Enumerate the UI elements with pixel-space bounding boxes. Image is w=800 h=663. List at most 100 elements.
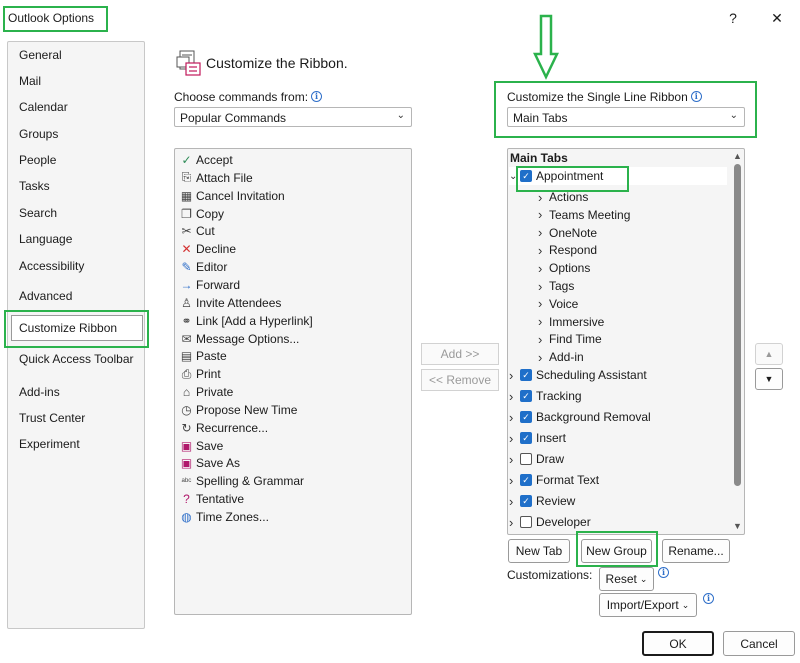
tree-tab-item[interactable]: › Developer (509, 513, 591, 531)
info-icon[interactable]: i (311, 91, 323, 102)
checkbox-checked[interactable]: ✓ (520, 369, 532, 381)
chevron-right-icon[interactable]: › (509, 410, 519, 425)
nav-item-mail[interactable]: Mail (19, 74, 41, 88)
command-item[interactable]: → Forward (179, 276, 241, 294)
customize-ribbon-select[interactable]: Main Tabs ⌄ (507, 107, 745, 127)
command-item[interactable]: ▦ Cancel Invitation (179, 187, 285, 205)
new-group-button[interactable]: New Group (581, 539, 652, 563)
checkbox-checked[interactable]: ✓ (520, 495, 532, 507)
move-down-button[interactable]: ▼ (755, 368, 783, 390)
command-item[interactable]: ♙ Invite Attendees (179, 294, 281, 312)
remove-button[interactable]: << Remove (421, 369, 499, 391)
checkbox-checked[interactable]: ✓ (520, 474, 532, 486)
chevron-right-icon[interactable]: › (538, 296, 548, 311)
nav-item-quick-access-toolbar[interactable]: Quick Access Toolbar (19, 352, 134, 366)
command-item[interactable]: ⚭ Link [Add a Hyperlink] (179, 312, 312, 330)
command-item[interactable]: ❐ Copy (179, 205, 224, 223)
reset-button[interactable]: Reset ⌄ (599, 567, 654, 591)
ok-button[interactable]: OK (642, 631, 714, 656)
add-button[interactable]: Add >> (421, 343, 499, 365)
tree-group-item[interactable]: › Voice (538, 295, 578, 313)
cancel-button[interactable]: Cancel (723, 631, 795, 656)
commands-list[interactable]: ✓ Accept ⎘ Attach File ▦ Cancel Invitation ❐ Co… (174, 148, 412, 615)
info-icon[interactable]: i (690, 91, 702, 102)
nav-item-add-ins[interactable]: Add-ins (19, 385, 60, 399)
choose-commands-select[interactable]: Popular Commands ⌄ (174, 107, 412, 127)
nav-item-accessibility[interactable]: Accessibility (19, 259, 84, 273)
tree-tab-item[interactable]: › Draw (509, 450, 564, 468)
command-item[interactable]: ⎙ Print (179, 365, 221, 383)
nav-item-general[interactable]: General (19, 48, 62, 62)
tree-group-item[interactable]: › Find Time (538, 330, 602, 348)
checkbox-unchecked[interactable] (520, 453, 532, 465)
tree-group-item[interactable]: › Options (538, 259, 590, 277)
tree-group-item[interactable]: › Teams Meeting (538, 206, 630, 224)
chevron-right-icon[interactable]: › (538, 243, 548, 258)
tree-group-item[interactable]: › Tags (538, 277, 574, 295)
tree-item-appointment[interactable]: ⌄ ✓ Appointment (509, 167, 727, 185)
scroll-up-icon[interactable]: ▲ (733, 151, 742, 161)
chevron-right-icon[interactable]: › (538, 332, 548, 347)
checkbox-checked[interactable]: ✓ (520, 432, 532, 444)
nav-item-advanced[interactable]: Advanced (19, 289, 72, 303)
import-export-button[interactable]: Import/Export ⌄ (599, 593, 697, 617)
move-up-button[interactable]: ▲ (755, 343, 783, 365)
chevron-right-icon[interactable]: › (509, 473, 519, 488)
close-button[interactable]: ✕ (762, 6, 792, 30)
nav-item-experiment[interactable]: Experiment (19, 437, 80, 451)
scrollbar-thumb[interactable] (734, 164, 741, 486)
scroll-down-icon[interactable]: ▼ (733, 521, 742, 531)
nav-item-trust-center[interactable]: Trust Center (19, 411, 85, 425)
nav-item-calendar[interactable]: Calendar (19, 100, 68, 114)
command-item[interactable]: ⎘ Attach File (179, 169, 253, 187)
tree-group-item[interactable]: › Respond (538, 241, 597, 259)
tree-tab-item[interactable]: › ✓ Format Text (509, 471, 599, 489)
chevron-right-icon[interactable]: › (509, 368, 519, 383)
rename-button[interactable]: Rename... (662, 539, 730, 563)
command-item[interactable]: ⌂ Private (179, 383, 233, 401)
nav-item-groups[interactable]: Groups (19, 127, 58, 141)
checkbox-checked[interactable]: ✓ (520, 170, 532, 182)
chevron-right-icon[interactable]: › (509, 494, 519, 509)
tree-tab-item[interactable]: › ✓ Review (509, 492, 575, 510)
info-icon[interactable]: i (658, 567, 669, 578)
chevron-right-icon[interactable]: › (538, 207, 548, 222)
tree-tab-item[interactable]: › ✓ Scheduling Assistant (509, 366, 647, 384)
chevron-right-icon[interactable]: › (509, 515, 519, 530)
checkbox-unchecked[interactable] (520, 516, 532, 528)
chevron-right-icon[interactable]: › (538, 350, 548, 365)
nav-item-search[interactable]: Search (19, 206, 57, 220)
tree-tab-item[interactable]: › ✓ Tracking (509, 387, 582, 405)
chevron-right-icon[interactable]: › (538, 190, 548, 205)
command-item[interactable]: ◷ Propose New Time (179, 401, 297, 419)
nav-item-people[interactable]: People (19, 153, 56, 167)
tree-tab-item[interactable]: › ✓ Background Removal (509, 408, 651, 426)
help-button[interactable]: ? (718, 6, 748, 30)
command-item[interactable]: ▣ Save As (179, 454, 240, 472)
tree-group-item[interactable]: › Immersive (538, 313, 604, 331)
chevron-right-icon[interactable]: › (509, 431, 519, 446)
command-item[interactable]: ▤ Paste (179, 347, 227, 365)
checkbox-checked[interactable]: ✓ (520, 411, 532, 423)
command-item[interactable]: ✓ Accept (179, 151, 232, 169)
tree-group-item[interactable]: › Actions (538, 188, 588, 206)
command-item[interactable]: ◍ Time Zones... (179, 508, 269, 526)
nav-item-language[interactable]: Language (19, 232, 72, 246)
info-icon[interactable]: i (703, 593, 714, 604)
chevron-right-icon[interactable]: › (538, 261, 548, 276)
chevron-right-icon[interactable]: › (509, 389, 519, 404)
chevron-right-icon[interactable]: › (538, 279, 548, 294)
command-item[interactable]: ✂ Cut (179, 222, 214, 240)
tree-group-item[interactable]: › OneNote (538, 224, 597, 242)
chevron-right-icon[interactable]: › (538, 225, 548, 240)
command-item[interactable]: ✉ Message Options... (179, 330, 299, 348)
new-tab-button[interactable]: New Tab (508, 539, 570, 563)
command-item[interactable]: ✎ Editor (179, 258, 227, 276)
command-item[interactable]: ✕ Decline (179, 240, 236, 258)
command-item[interactable]: ? Tentative (179, 490, 244, 508)
chevron-right-icon[interactable]: › (509, 452, 519, 467)
command-item[interactable]: ᵃᵇᶜ Spelling & Grammar (179, 472, 305, 490)
command-item[interactable]: ↻ Recurrence... (179, 419, 268, 437)
tree-tab-item[interactable]: › ✓ Insert (509, 429, 566, 447)
nav-item-customize-ribbon[interactable]: Customize Ribbon (11, 315, 143, 341)
